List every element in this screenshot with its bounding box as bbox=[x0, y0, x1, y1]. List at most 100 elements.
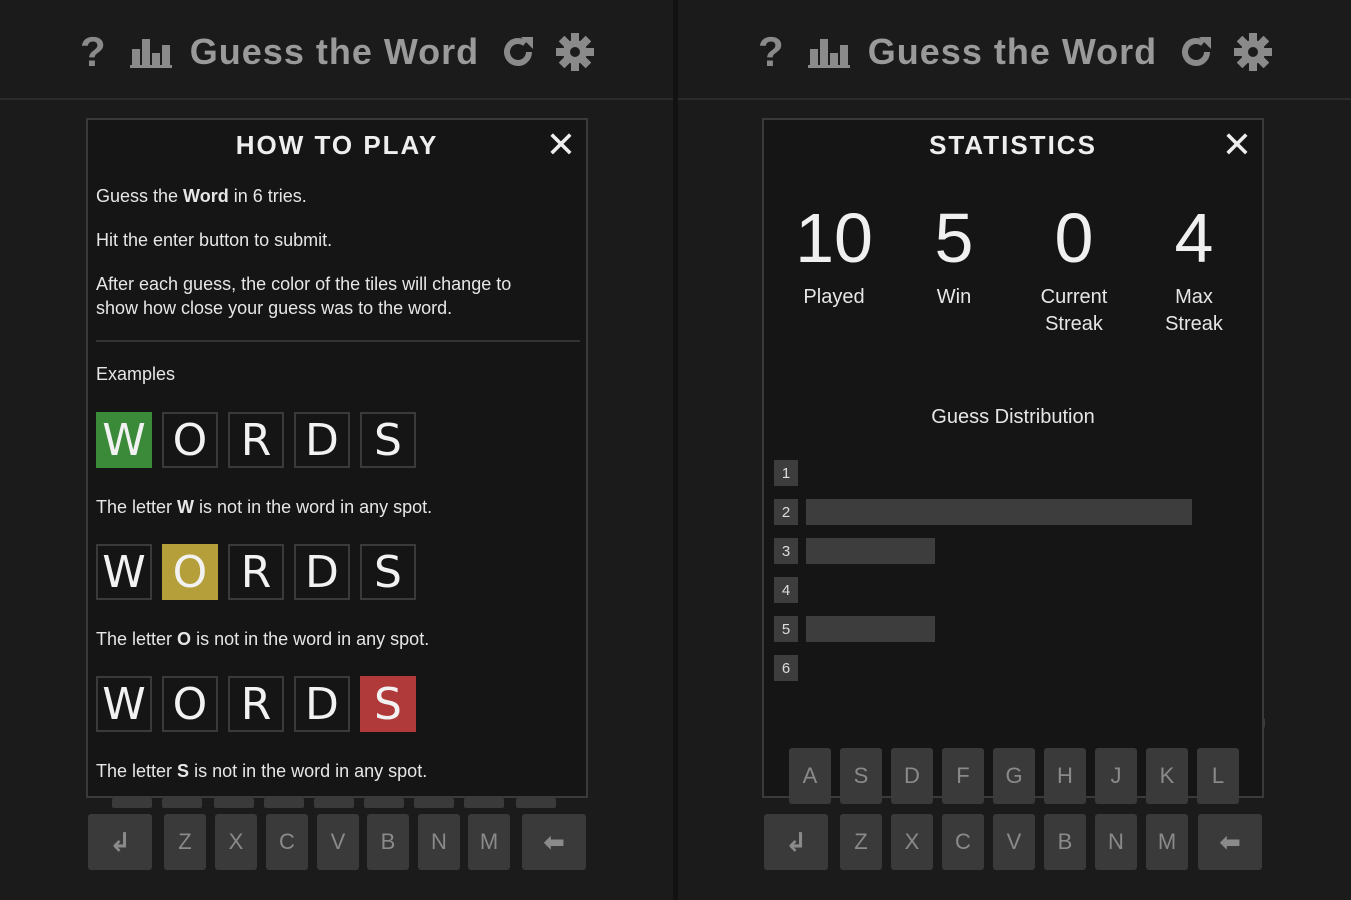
tile: S bbox=[360, 544, 416, 600]
refresh-icon[interactable] bbox=[1177, 33, 1215, 71]
key-m[interactable]: M bbox=[468, 814, 510, 870]
stat-value: 0 bbox=[1054, 199, 1094, 277]
tile: O bbox=[162, 544, 218, 600]
key-n[interactable]: N bbox=[1095, 814, 1137, 870]
key-d[interactable]: D bbox=[891, 748, 933, 804]
header: ? Guess the Word bbox=[678, 0, 1351, 100]
tile: W bbox=[96, 544, 152, 600]
dist-guess: 3 bbox=[774, 538, 798, 564]
rules-colors-2: show how close your guess was to the wor… bbox=[96, 298, 453, 318]
rules-submit: Hit the enter button to submit. bbox=[96, 230, 333, 250]
example-desc-2: The letter O is not in the word in any s… bbox=[96, 627, 429, 651]
key-c[interactable]: C bbox=[942, 814, 984, 870]
divider bbox=[96, 340, 580, 342]
example-row-3: W O R D S bbox=[96, 676, 426, 732]
stat-label-line1: Current bbox=[1040, 286, 1108, 308]
key-k[interactable]: K bbox=[1146, 748, 1188, 804]
help-icon[interactable]: ? bbox=[756, 28, 786, 76]
tile: D bbox=[294, 412, 350, 468]
intro-text: Guess the bbox=[96, 186, 184, 206]
stat-label-line1: Max bbox=[1175, 286, 1213, 308]
key-b[interactable]: B bbox=[367, 814, 409, 870]
dist-guess: 2 bbox=[774, 499, 798, 525]
rules-colors-1: After each guess, the color of the tiles… bbox=[96, 274, 512, 294]
stats-icon[interactable] bbox=[129, 35, 172, 69]
stats-screen: ? Guess the Word STATISTICS ✕ 10 Played bbox=[678, 0, 1351, 900]
stat-value: 5 bbox=[934, 199, 974, 277]
tile: O bbox=[162, 412, 218, 468]
key-stub bbox=[464, 798, 504, 808]
dist-bar bbox=[806, 538, 935, 564]
enter-key[interactable]: ↲ bbox=[88, 814, 152, 870]
backspace-key[interactable]: ⬅ bbox=[1198, 814, 1262, 870]
key-stub bbox=[264, 798, 304, 808]
app-title: Guess the Word bbox=[189, 31, 480, 72]
close-icon[interactable]: ✕ bbox=[1222, 124, 1252, 166]
key-stub bbox=[516, 798, 556, 808]
stat-label: Played bbox=[803, 286, 865, 308]
refresh-icon[interactable] bbox=[499, 33, 537, 71]
key-z[interactable]: Z bbox=[164, 814, 206, 870]
key-h[interactable]: H bbox=[1044, 748, 1086, 804]
key-b[interactable]: B bbox=[1044, 814, 1086, 870]
modal-title: STATISTICS bbox=[929, 130, 1097, 160]
tile: S bbox=[360, 676, 416, 732]
key-v[interactable]: V bbox=[317, 814, 359, 870]
stat-label-line2: Streak bbox=[1045, 313, 1103, 335]
desc-letter: S bbox=[177, 761, 190, 781]
tile: R bbox=[228, 676, 284, 732]
dist-guess: 6 bbox=[774, 655, 798, 681]
modal-title: HOW TO PLAY bbox=[235, 130, 439, 160]
key-z[interactable]: Z bbox=[840, 814, 882, 870]
settings-icon[interactable] bbox=[1233, 32, 1273, 72]
example-desc-3: The letter S is not in the word in any s… bbox=[96, 759, 427, 783]
tile: W bbox=[96, 676, 152, 732]
dist-guess: 1 bbox=[774, 460, 798, 486]
key-l[interactable]: L bbox=[1197, 748, 1239, 804]
desc-text-end: is not in the word in any spot. bbox=[189, 761, 428, 781]
settings-icon[interactable] bbox=[555, 32, 595, 72]
key-v[interactable]: V bbox=[993, 814, 1035, 870]
key-x[interactable]: X bbox=[215, 814, 257, 870]
tile: W bbox=[96, 412, 152, 468]
example-desc-1: The letter W is not in the word in any s… bbox=[96, 495, 432, 519]
backspace-key[interactable]: ⬅ bbox=[522, 814, 586, 870]
key-stub bbox=[112, 798, 152, 808]
tile: D bbox=[294, 676, 350, 732]
key-c[interactable]: C bbox=[266, 814, 308, 870]
key-a[interactable]: A bbox=[789, 748, 831, 804]
header: ? Guess the Word bbox=[0, 0, 673, 100]
key-s[interactable]: S bbox=[840, 748, 882, 804]
key-stub bbox=[414, 798, 454, 808]
help-icon[interactable]: ? bbox=[78, 28, 108, 76]
stat-win: 5 Win bbox=[894, 198, 1014, 311]
help-screen: ? Guess the Word HOW TO PLAY ✕ Guess the… bbox=[0, 0, 673, 900]
key-j[interactable]: J bbox=[1095, 748, 1137, 804]
stat-value: 10 bbox=[795, 199, 873, 277]
key-stub bbox=[214, 798, 254, 808]
desc-text: The letter bbox=[96, 497, 178, 517]
key-g[interactable]: G bbox=[993, 748, 1035, 804]
stat-label-line2: Streak bbox=[1165, 313, 1223, 335]
dist-bar bbox=[806, 616, 935, 642]
key-m[interactable]: M bbox=[1146, 814, 1188, 870]
stat-label: Max Streak bbox=[1134, 284, 1254, 338]
key-f[interactable]: F bbox=[942, 748, 984, 804]
stat-label: Current Streak bbox=[1014, 284, 1134, 338]
desc-text: The letter bbox=[96, 761, 178, 781]
header-bar: ? Guess the Word bbox=[0, 28, 673, 76]
stats-icon[interactable] bbox=[807, 35, 850, 69]
close-icon[interactable]: ✕ bbox=[546, 124, 576, 166]
example-row-1: W O R D S bbox=[96, 412, 426, 468]
statistics-modal: STATISTICS ✕ 10 Played 5 Win 0 Current St… bbox=[762, 118, 1264, 798]
key-x[interactable]: X bbox=[891, 814, 933, 870]
enter-key[interactable]: ↲ bbox=[764, 814, 828, 870]
key-stub bbox=[162, 798, 202, 808]
key-n[interactable]: N bbox=[418, 814, 460, 870]
stat-played: 10 Played bbox=[774, 198, 894, 311]
dist-bar bbox=[806, 499, 1192, 525]
desc-text-end: is not in the word in any spot. bbox=[194, 497, 433, 517]
key-stub bbox=[314, 798, 354, 808]
examples-label: Examples bbox=[96, 364, 176, 384]
rules-intro: Guess the Word in 6 tries. bbox=[96, 184, 307, 208]
